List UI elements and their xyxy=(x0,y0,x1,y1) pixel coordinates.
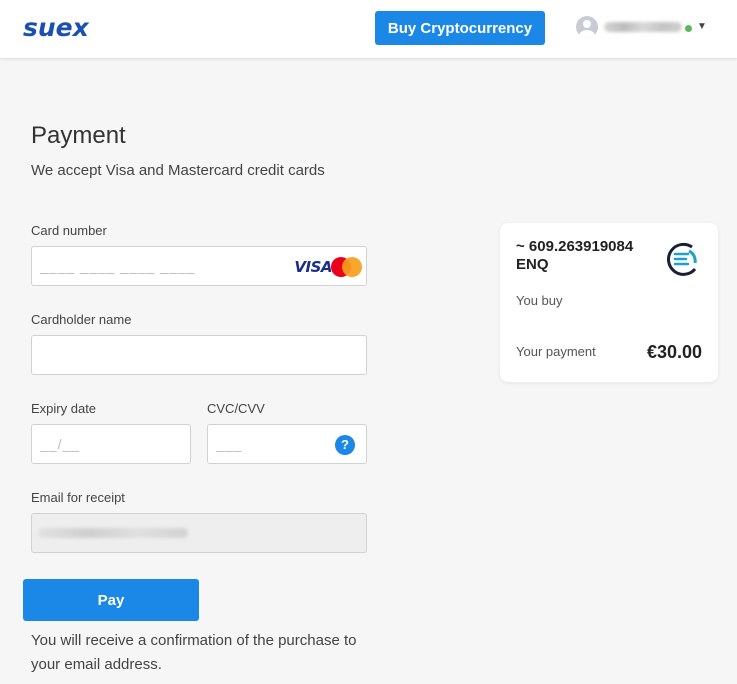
page-subtitle: We accept Visa and Mastercard credit car… xyxy=(31,162,325,179)
visa-icon: VISA xyxy=(294,258,332,276)
expiry-date-input[interactable] xyxy=(32,425,190,463)
suex-logo[interactable]: suex xyxy=(23,13,89,42)
pay-button[interactable]: Pay xyxy=(23,579,199,621)
mastercard-icon xyxy=(331,257,363,277)
your-payment-label: Your payment xyxy=(516,344,596,359)
email-receipt-field[interactable] xyxy=(31,513,367,553)
confirmation-note: You will receive a confirmation of the p… xyxy=(31,632,357,673)
blurred-username xyxy=(604,22,682,32)
cvc-label: CVC/CVV xyxy=(207,401,265,416)
your-payment-value: €30.00 xyxy=(646,342,702,362)
user-menu[interactable]: ▼ xyxy=(576,16,711,40)
cardholder-name-input[interactable] xyxy=(32,336,366,374)
online-status-icon xyxy=(685,25,692,32)
card-number-field-wrapper: VISA xyxy=(31,246,367,286)
cardholder-name-label: Cardholder name xyxy=(31,312,132,327)
top-header: suex Buy Cryptocurrency ▼ xyxy=(0,0,737,59)
enq-coin-icon xyxy=(667,242,697,276)
expiry-date-field-wrapper xyxy=(31,424,191,464)
blurred-email xyxy=(38,528,188,538)
order-summary-card: ~ 609.263919084 ENQ You buy Your payment… xyxy=(500,223,718,382)
you-buy-label: You buy xyxy=(516,293,563,308)
cardholder-name-field-wrapper xyxy=(31,335,367,375)
crypto-amount: ~ 609.263919084 ENQ xyxy=(516,238,634,273)
cvc-field-wrapper: ? xyxy=(207,424,367,464)
card-number-label: Card number xyxy=(31,223,107,238)
expiry-date-label: Expiry date xyxy=(31,401,97,416)
chevron-down-icon[interactable]: ▼ xyxy=(697,21,707,32)
email-receipt-label: Email for receipt xyxy=(31,490,125,505)
page-title: Payment xyxy=(31,122,126,149)
buy-cryptocurrency-button[interactable]: Buy Cryptocurrency xyxy=(375,11,545,45)
avatar-icon[interactable] xyxy=(576,16,598,38)
help-icon[interactable]: ? xyxy=(335,435,355,455)
